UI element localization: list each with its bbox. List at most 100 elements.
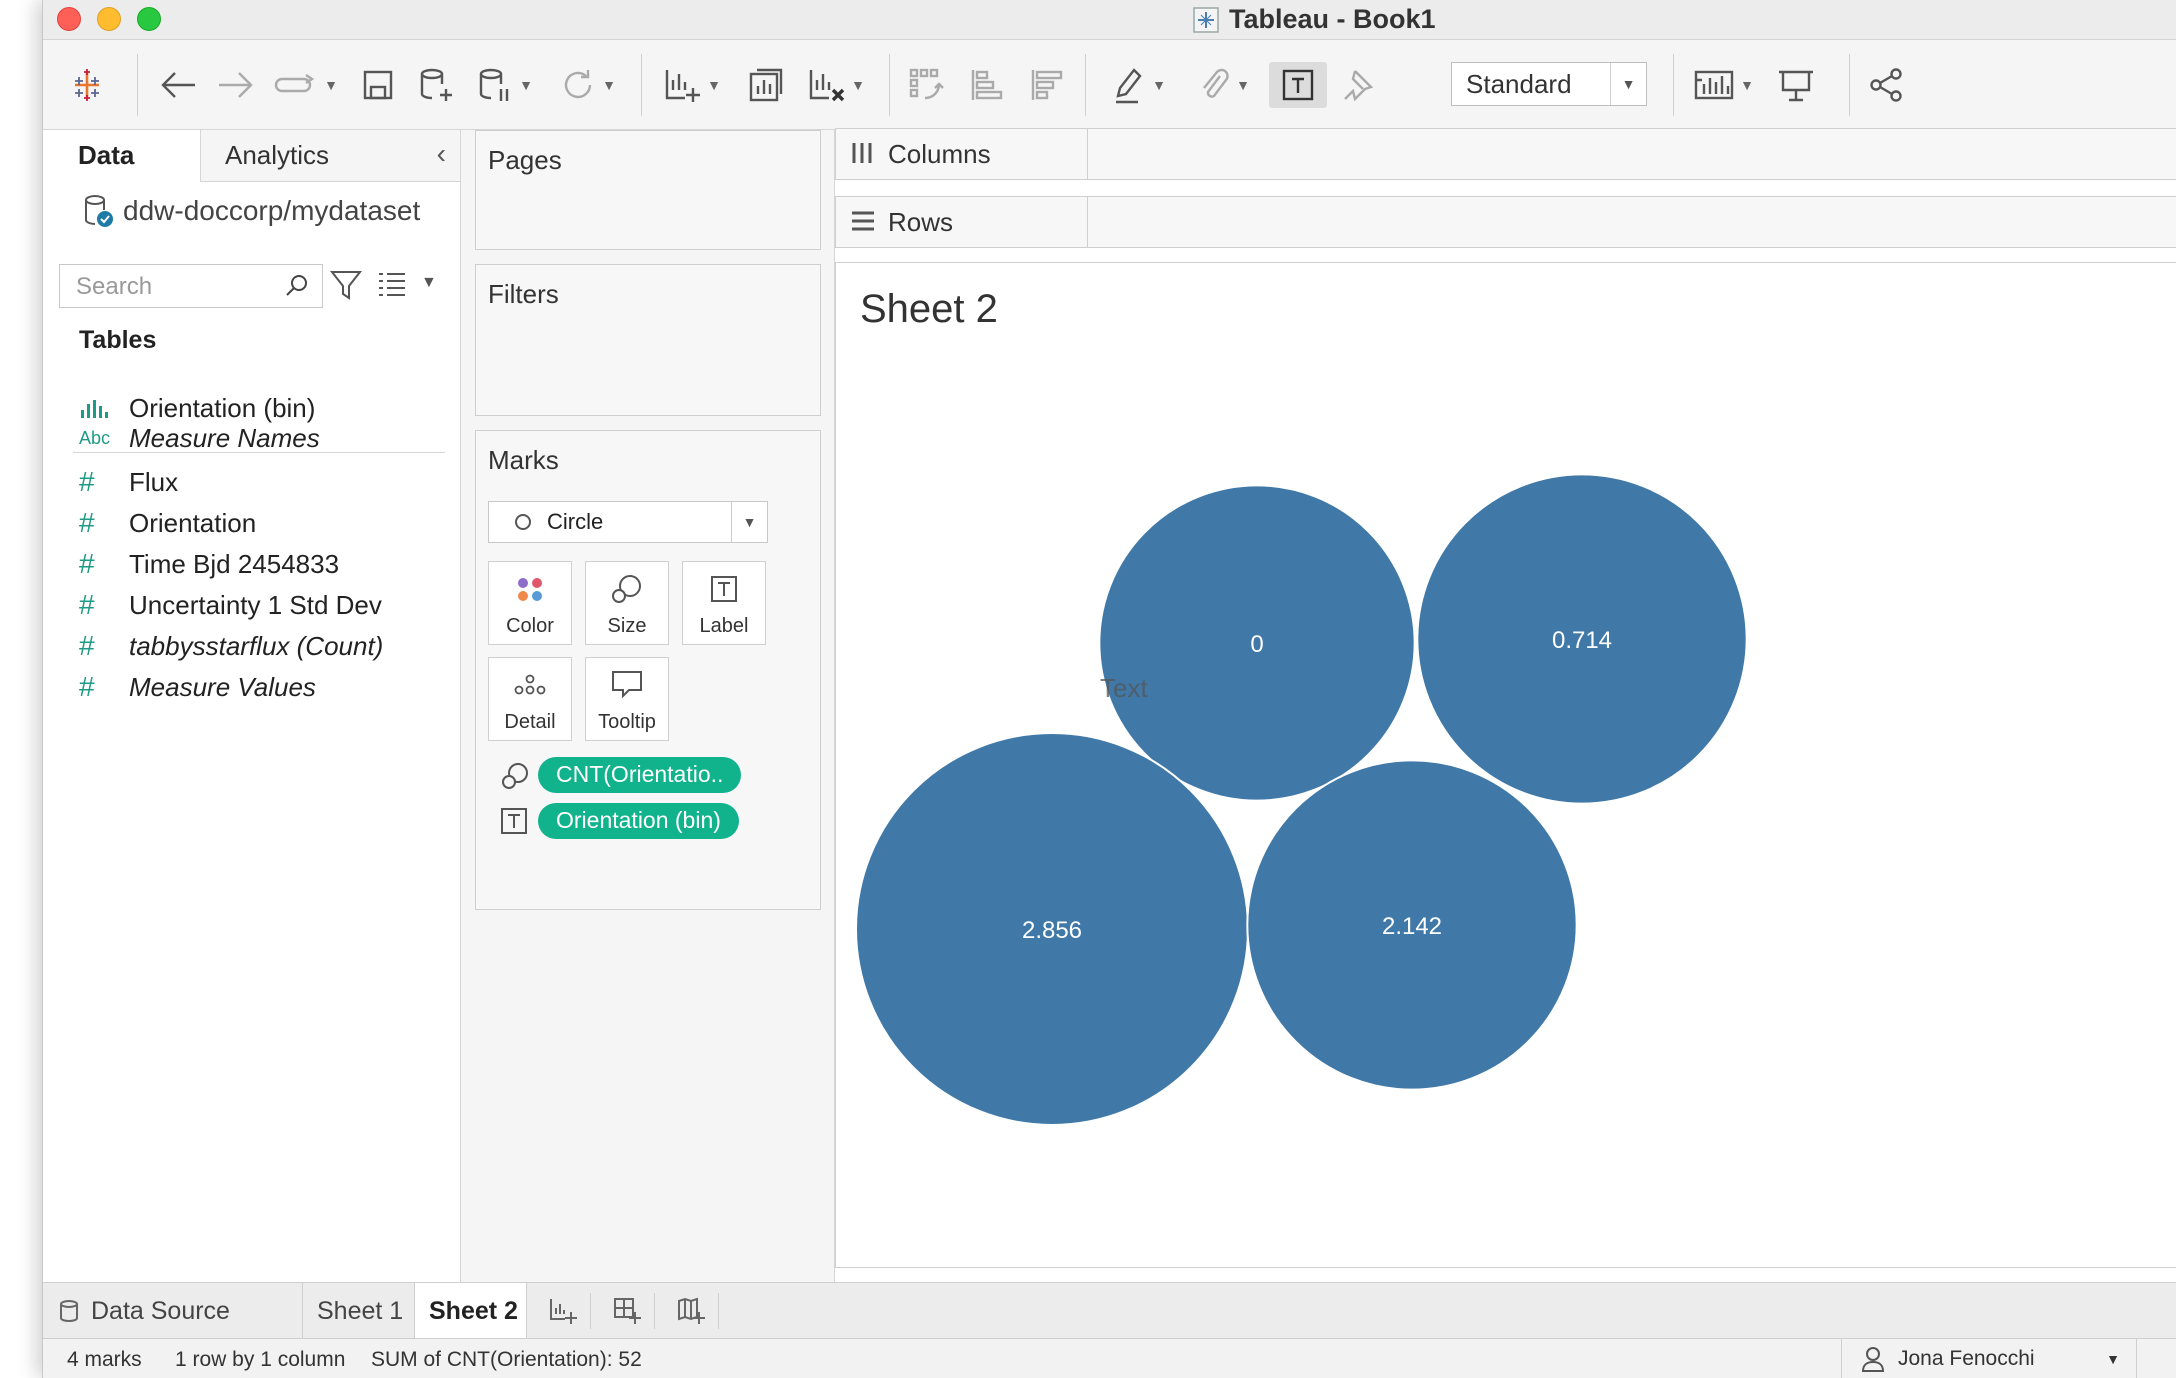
field-search-input[interactable]: Search [59, 264, 323, 308]
rows-shelf[interactable]: Rows [835, 196, 2176, 248]
user-menu[interactable]: Jona Fenocchi ▼ [1841, 1339, 2137, 1378]
sort-descending-icon[interactable] [1023, 62, 1069, 108]
fix-axes-icon[interactable] [1335, 62, 1381, 108]
swap-rows-columns-icon[interactable] [903, 62, 949, 108]
mark-type-dropdown[interactable]: Circle ▼ [488, 501, 768, 543]
size-button[interactable]: Size [585, 561, 669, 645]
number-icon: # [79, 548, 95, 579]
refresh-icon[interactable]: ▼ [551, 62, 625, 108]
minimize-window-button[interactable] [97, 7, 121, 31]
histogram-icon [79, 398, 129, 418]
group-members-icon[interactable]: ▼ [1187, 62, 1259, 108]
new-worksheet-icon[interactable]: ▼ [655, 62, 729, 108]
close-window-button[interactable] [57, 7, 81, 31]
tooltip-icon [611, 658, 643, 711]
view-list-icon[interactable] [377, 270, 407, 298]
field-uncertainty[interactable]: # Uncertainty 1 Std Dev [79, 585, 382, 625]
new-dashboard-tab-icon[interactable] [599, 1293, 655, 1329]
search-placeholder: Search [76, 273, 153, 300]
field-count[interactable]: # tabbysstarflux (Count) [79, 626, 383, 666]
tableau-window: Tableau - Book1 ▼ ▼ ▼ ▼ ▼ ▼ ▼ Standard ▼… [42, 0, 2176, 1378]
status-dimensions: 1 row by 1 column [175, 1348, 346, 1371]
tooltip-button[interactable]: Tooltip [585, 657, 669, 741]
field-time-bjd[interactable]: # Time Bjd 2454833 [79, 544, 339, 584]
columns-text: Columns [888, 139, 991, 169]
sheet-tab-2[interactable]: Sheet 2 [415, 1283, 527, 1339]
tableau-doc-icon [1193, 6, 1219, 33]
field-label: Time Bjd 2454833 [129, 548, 340, 579]
bubble-label: 0.714 [1552, 627, 1612, 654]
pause-updates-icon[interactable]: ▼ [469, 62, 541, 108]
sort-ascending-icon[interactable] [963, 62, 1009, 108]
data-source-tab[interactable]: Data Source [43, 1283, 303, 1339]
sheet-tab-label: Sheet 1 [317, 1296, 404, 1325]
datasource-item[interactable]: ddw-doccorp/mydataset [83, 194, 420, 228]
new-datasource-icon[interactable] [413, 62, 459, 108]
duplicate-sheet-icon[interactable] [743, 62, 789, 108]
number-icon: # [79, 589, 95, 620]
number-icon: # [79, 466, 95, 497]
filter-icon[interactable] [329, 268, 363, 302]
field-label: Flux [129, 466, 179, 497]
collapse-pane-icon[interactable]: ‹ [437, 138, 446, 170]
placeholder-text-label: Text [1100, 673, 1148, 703]
detail-button[interactable]: Detail [488, 657, 572, 741]
detail-label: Detail [504, 711, 556, 733]
worksheet-view: Sheet 2 0 0.714 2.856 2.142 Text [835, 262, 2176, 1268]
tableau-logo-icon[interactable] [61, 62, 113, 108]
data-pane-tabs: Data Analytics ‹ [43, 130, 460, 182]
color-icon [515, 562, 545, 615]
new-worksheet-tab-icon[interactable] [535, 1293, 591, 1329]
tooltip-label: Tooltip [598, 711, 656, 733]
rows-text: Rows [888, 207, 954, 237]
search-icon [286, 275, 307, 296]
pages-heading: Pages [488, 145, 562, 175]
field-measure-values[interactable]: # Measure Values [79, 667, 316, 707]
chevron-down-icon: ▼ [2106, 1351, 2120, 1367]
filters-shelf[interactable]: Filters [475, 264, 821, 416]
size-label: Size [607, 615, 647, 637]
sheet-tab-label: Sheet 2 [429, 1296, 518, 1325]
fit-dropdown[interactable]: Standard ▼ [1451, 62, 1647, 106]
chevron-down-icon[interactable]: ▼ [421, 274, 437, 292]
redo-icon[interactable] [213, 62, 259, 108]
label-pill[interactable]: Orientation (bin) [538, 803, 739, 839]
save-icon[interactable] [355, 62, 401, 108]
toolbar: ▼ ▼ ▼ ▼ ▼ ▼ ▼ Standard ▼ ▼ [43, 40, 2176, 130]
maximize-window-button[interactable] [137, 7, 161, 31]
data-source-label: Data Source [91, 1296, 230, 1325]
columns-shelf[interactable]: Columns [835, 128, 2176, 180]
sheet-tab-1[interactable]: Sheet 1 [303, 1283, 415, 1339]
marks-heading: Marks [488, 445, 559, 475]
pages-shelf[interactable]: Pages [475, 130, 821, 250]
bubble-label: 0 [1250, 631, 1263, 658]
tab-data[interactable]: Data [43, 130, 201, 182]
status-marks: 4 marks [67, 1348, 142, 1371]
color-button[interactable]: Color [488, 561, 572, 645]
presentation-mode-icon[interactable] [1773, 62, 1819, 108]
undo-icon[interactable] [155, 62, 201, 108]
size-pill[interactable]: CNT(Orientatio.. [538, 757, 742, 793]
number-icon: # [79, 630, 95, 661]
size-icon [502, 763, 528, 789]
highlight-icon[interactable]: ▼ [1103, 62, 1175, 108]
data-pane: Data Analytics ‹ ddw-doccorp/mydataset S… [43, 130, 461, 1282]
circle-icon [515, 514, 531, 530]
color-label: Color [506, 615, 554, 637]
replay-icon[interactable]: ▼ [269, 62, 343, 108]
marks-card: Marks Circle ▼ Color Size Label Detail T… [475, 430, 821, 910]
window-title-text: Tableau - Book1 [1229, 4, 1436, 34]
show-mark-labels-icon[interactable] [1269, 62, 1327, 108]
status-sum: SUM of CNT(Orientation): 52 [371, 1348, 642, 1371]
clear-sheet-icon[interactable]: ▼ [799, 62, 873, 108]
new-story-tab-icon[interactable] [663, 1293, 719, 1329]
title-bar: Tableau - Book1 [43, 0, 2176, 40]
label-button[interactable]: Label [682, 561, 766, 645]
field-flux[interactable]: # Flux [79, 462, 178, 502]
show-me-icon[interactable]: ▼ [1687, 62, 1761, 108]
field-label: tabbysstarflux (Count) [129, 630, 384, 661]
field-orientation[interactable]: # Orientation [79, 503, 256, 543]
mark-type-value: Circle [547, 509, 604, 534]
tab-analytics[interactable]: Analytics [225, 140, 329, 171]
share-icon[interactable] [1863, 62, 1909, 108]
